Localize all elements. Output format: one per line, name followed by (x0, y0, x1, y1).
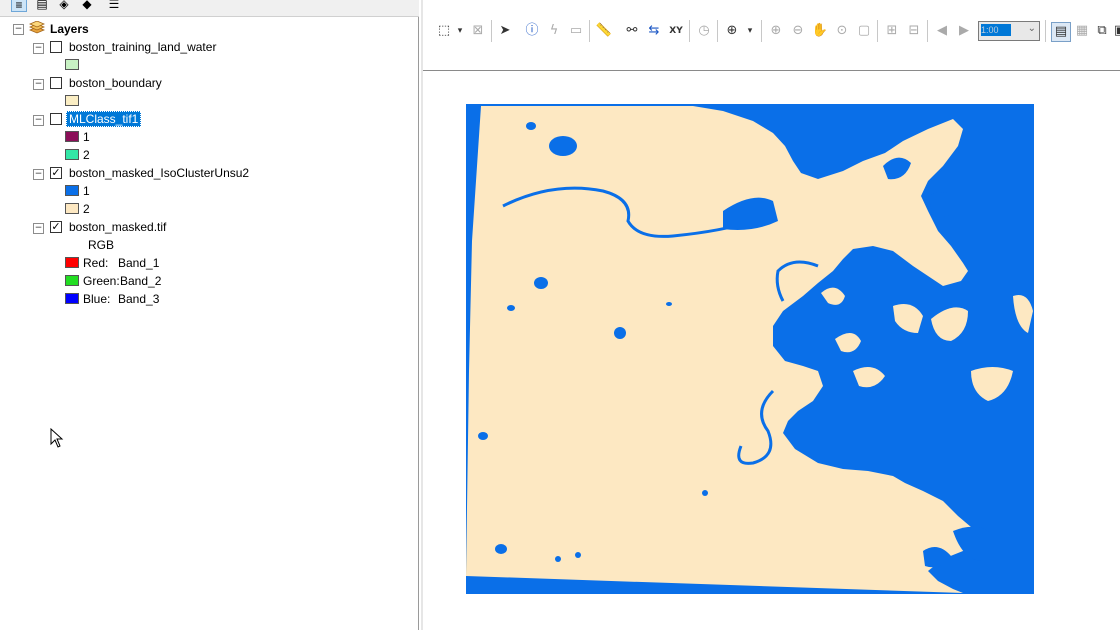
measure-icon[interactable]: 📏 (595, 22, 613, 40)
back-extent-icon[interactable]: ◀ (933, 22, 951, 40)
layer-visibility-checkbox[interactable]: ✓ (50, 221, 62, 233)
list-by-drawing-order-icon[interactable]: ≡ (11, 0, 27, 12)
layer-visibility-checkbox[interactable] (50, 41, 62, 53)
band-channel-label: Red: (83, 256, 109, 270)
legend-class-label: 1 (83, 184, 90, 198)
collapse-layer-toggle[interactable]: − (33, 115, 44, 126)
legend-swatch (65, 257, 79, 268)
chevron-down-icon[interactable]: ▾ (741, 22, 759, 40)
toggle-draft-mode-icon[interactable]: ▤ (1051, 22, 1071, 42)
identify-icon[interactable]: ⓘ (523, 22, 541, 40)
legend-swatch (65, 275, 79, 286)
pan-icon[interactable]: ✋ (811, 22, 829, 40)
legend-swatch (65, 203, 79, 214)
chevron-down-icon: ⌄ (1027, 23, 1036, 34)
change-layout-icon[interactable]: ⧉ (1093, 22, 1111, 40)
focus-data-frame-icon[interactable]: ▦ (1073, 22, 1091, 40)
list-by-visibility-icon[interactable]: ◈ (56, 0, 72, 12)
legend-swatch (65, 131, 79, 142)
data-driven-pages-icon[interactable]: ▣ (1111, 22, 1120, 40)
clear-selection-icon[interactable]: ⊠ (469, 22, 487, 40)
legend-class-label: 2 (83, 202, 90, 216)
fixed-zoom-page-icon[interactable]: ⊟ (905, 22, 923, 40)
html-popup-icon[interactable]: ▭ (567, 22, 585, 40)
full-extent-icon[interactable]: ⊙ (833, 22, 851, 40)
zoom-percent-value: 1:00 (981, 24, 1011, 36)
collapse-layer-toggle[interactable]: − (33, 43, 44, 54)
table-of-contents-panel: ≡ ▤ ◈ ◆ ☰ − Layers − boston_training_lan… (0, 0, 419, 630)
layer-name-boston-boundary[interactable]: boston_boundary (69, 76, 162, 90)
legend-swatch (65, 149, 79, 160)
layers-root-label[interactable]: Layers (50, 22, 89, 36)
list-by-source-icon[interactable]: ▤ (34, 0, 50, 12)
collapse-layers-toggle[interactable]: − (13, 24, 24, 35)
tools-toolbar: ⬚ ▾ ⊠ ➤ ⓘ ϟ ▭ 📏 ⚯ ⇆ XY ◷ ⊕ ▾ ⊕ ⊖ ✋ ⊙ ▢ ⊞… (423, 0, 1120, 71)
map-layout-view[interactable] (423, 71, 1120, 630)
fixed-zoom-in-icon[interactable]: ⊕ (767, 22, 785, 40)
layer-name-mlclass-tif1[interactable]: MLClass_tif1 (66, 111, 142, 127)
go-to-xy-icon[interactable]: XY (667, 22, 685, 40)
toc-toolbar: ≡ ▤ ◈ ◆ ☰ (0, 0, 419, 17)
layer-name-boston-training-land-water[interactable]: boston_training_land_water (69, 40, 216, 54)
layers-icon (28, 20, 46, 35)
find-icon[interactable]: ⚯ (623, 22, 641, 40)
time-slider-icon[interactable]: ◷ (695, 22, 713, 40)
chevron-down-icon[interactable]: ▾ (451, 22, 469, 40)
collapse-layer-toggle[interactable]: − (33, 79, 44, 90)
collapse-layer-toggle[interactable]: − (33, 223, 44, 234)
layer-name-boston-masked-isocluster[interactable]: boston_masked_IsoClusterUnsu2 (69, 166, 249, 180)
legend-class-label: 2 (83, 148, 90, 162)
band-name-label: Band_3 (118, 292, 160, 306)
legend-swatch (65, 185, 79, 196)
list-by-selection-icon[interactable]: ◆ (79, 0, 95, 12)
forward-extent-icon[interactable]: ▶ (955, 22, 973, 40)
collapse-layer-toggle[interactable]: − (33, 169, 44, 180)
legend-swatch (65, 59, 79, 70)
band-name-label: Band_1 (118, 256, 160, 270)
legend-class-label: 1 (83, 130, 90, 144)
zoom-percent-combobox[interactable]: 1:00 ⌄ (978, 21, 1040, 41)
hyperlink-icon[interactable]: ϟ (545, 22, 563, 40)
zoom-in-icon[interactable]: ⊕ (723, 22, 741, 40)
zoom-whole-page-icon[interactable]: ▢ (855, 22, 873, 40)
layer-name-boston-masked-tif[interactable]: boston_masked.tif (69, 220, 166, 234)
rgb-label: RGB (88, 238, 115, 252)
band-channel-label: Green: (83, 274, 120, 288)
select-elements-icon[interactable]: ➤ (496, 22, 514, 40)
band-name-label: Band_2 (120, 274, 162, 288)
mouse-cursor-icon (50, 427, 64, 451)
legend-swatch (65, 293, 79, 304)
band-channel-label: Blue: (83, 292, 111, 306)
fixed-zoom-out-icon[interactable]: ⊖ (789, 22, 807, 40)
layer-visibility-checkbox[interactable]: ✓ (50, 167, 62, 179)
zoom-100-icon[interactable]: ⊞ (883, 22, 901, 40)
classified-raster-map (466, 104, 1034, 594)
find-route-icon[interactable]: ⇆ (645, 22, 663, 40)
legend-swatch (65, 95, 79, 106)
layer-visibility-checkbox[interactable] (50, 77, 62, 89)
options-icon[interactable]: ☰ (106, 0, 122, 12)
layer-visibility-checkbox[interactable] (50, 113, 62, 125)
